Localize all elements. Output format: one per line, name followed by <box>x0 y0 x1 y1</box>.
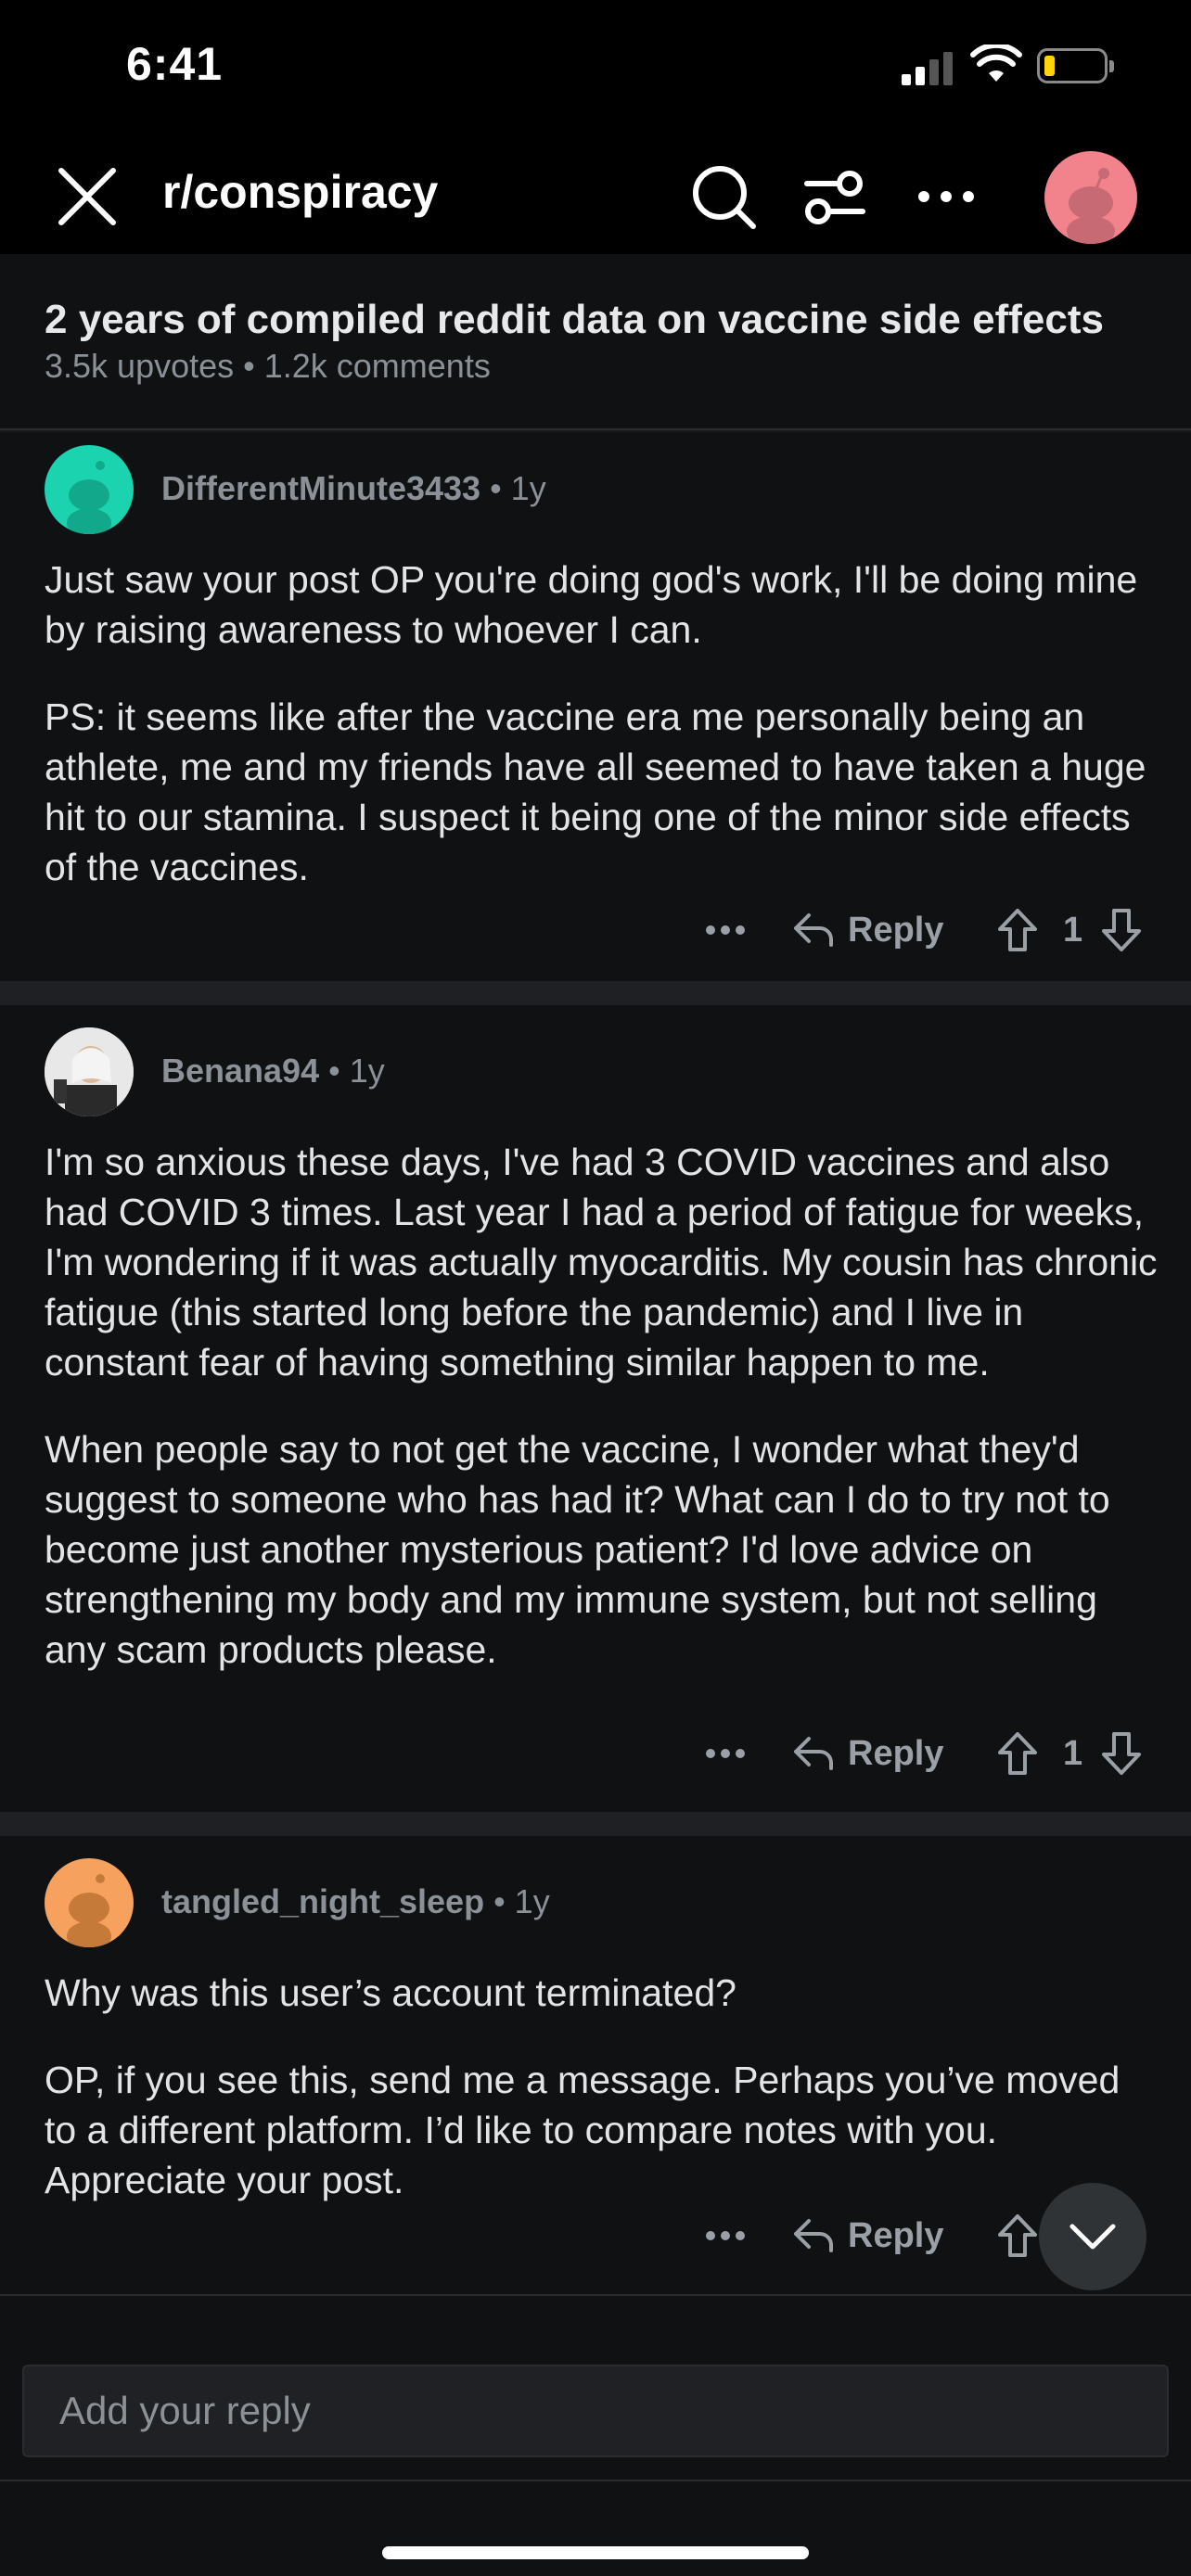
upvote-icon[interactable] <box>996 2203 1039 2268</box>
user-avatar[interactable] <box>45 1858 134 1947</box>
username-text[interactable]: DifferentMinute3433 <box>161 469 480 507</box>
downvote-icon[interactable] <box>1100 1721 1143 1786</box>
reply-label: Reply <box>848 1733 944 1773</box>
reply-input[interactable]: Add your reply <box>22 2365 1169 2457</box>
subreddit-title[interactable]: r/conspiracy <box>162 165 438 219</box>
upvote-icon[interactable] <box>996 1721 1039 1786</box>
comment-divider <box>0 1812 1191 1836</box>
post-header[interactable]: 2 years of compiled reddit data on vacci… <box>0 254 1191 430</box>
avatar[interactable] <box>1044 151 1137 244</box>
scroll-down-button[interactable] <box>1039 2183 1146 2290</box>
comment-body: I'm so anxious these days, I've had 3 CO… <box>45 1137 1158 1712</box>
comment-actions: Reply <box>0 2203 1191 2268</box>
comment-age: • 1y <box>480 469 546 507</box>
post-meta: 3.5k upvotes • 1.2k comments <box>45 347 491 385</box>
comment-paragraph: PS: it seems like after the vaccine era … <box>45 695 1146 888</box>
comment: DifferentMinute3433 • 1y Just saw your p… <box>0 432 1191 981</box>
user-avatar[interactable] <box>45 1027 134 1116</box>
close-icon[interactable] <box>52 161 122 232</box>
comment-divider <box>0 981 1191 1005</box>
search-icon[interactable] <box>686 159 761 234</box>
signal-icon <box>902 48 957 85</box>
reply-label: Reply <box>848 2215 944 2255</box>
more-options-icon[interactable] <box>705 898 746 963</box>
top-nav: r/conspiracy <box>0 139 1191 254</box>
reply-icon <box>794 913 833 947</box>
comment-age: • 1y <box>319 1052 385 1090</box>
reply-icon <box>794 1737 833 1770</box>
comment-body: Why was this user’s account terminated? … <box>45 1968 1158 2242</box>
comment: Benana94 • 1y I'm so anxious these days,… <box>0 1005 1191 1812</box>
downvote-icon[interactable] <box>1100 898 1143 963</box>
comment-body: Just saw your post OP you're doing god's… <box>45 555 1158 929</box>
reply-button[interactable]: Reply <box>792 898 943 963</box>
reply-bar: Add your reply <box>0 2294 1191 2480</box>
wifi-icon <box>970 45 1022 82</box>
user-avatar[interactable] <box>45 445 134 534</box>
screen: 6:41 r/conspiracy 2 years of compiled re… <box>0 0 1191 2576</box>
comment-actions: Reply 1 <box>0 1721 1191 1786</box>
more-options-icon[interactable] <box>705 1721 746 1786</box>
comment-username[interactable]: Benana94 • 1y <box>161 1052 385 1090</box>
home-indicator-area <box>0 2480 1191 2576</box>
comment-paragraph: When people say to not get the vaccine, … <box>45 1428 1110 1671</box>
username-text[interactable]: tangled_night_sleep <box>161 1882 484 1920</box>
reply-icon <box>794 2219 833 2252</box>
status-bar: 6:41 <box>0 0 1191 139</box>
comment-username[interactable]: tangled_night_sleep • 1y <box>161 1882 550 1921</box>
post-title: 2 years of compiled reddit data on vacci… <box>45 297 1104 342</box>
reply-label: Reply <box>848 910 944 950</box>
vote-count: 1 <box>1063 910 1083 950</box>
comment-age: • 1y <box>484 1882 550 1920</box>
more-icon[interactable] <box>909 159 983 234</box>
home-indicator[interactable] <box>382 2546 809 2559</box>
username-text[interactable]: Benana94 <box>161 1052 319 1090</box>
upvote-icon[interactable] <box>996 898 1039 963</box>
reply-button[interactable]: Reply <box>792 1721 943 1786</box>
comment-paragraph: I'm so anxious these days, I've had 3 CO… <box>45 1141 1158 1384</box>
comment: tangled_night_sleep • 1y Why was this us… <box>0 1836 1191 2294</box>
comment-paragraph: OP, if you see this, send me a message. … <box>45 2059 1121 2201</box>
reply-button[interactable]: Reply <box>792 2203 943 2268</box>
battery-icon <box>1037 48 1114 83</box>
more-options-icon[interactable] <box>705 2203 746 2268</box>
filter-icon[interactable] <box>798 159 872 234</box>
comments-scroll-area[interactable]: 2 years of compiled reddit data on vacci… <box>0 254 1191 2294</box>
comment-paragraph: Just saw your post OP you're doing god's… <box>45 558 1138 651</box>
vote-count: 1 <box>1063 1733 1083 1773</box>
chevron-down-icon <box>1069 2224 1116 2250</box>
comment-username[interactable]: DifferentMinute3433 • 1y <box>161 469 546 508</box>
comment-actions: Reply 1 <box>0 898 1191 963</box>
status-time: 6:41 <box>126 38 224 90</box>
comment-paragraph: Why was this user’s account terminated? <box>45 1971 736 2014</box>
